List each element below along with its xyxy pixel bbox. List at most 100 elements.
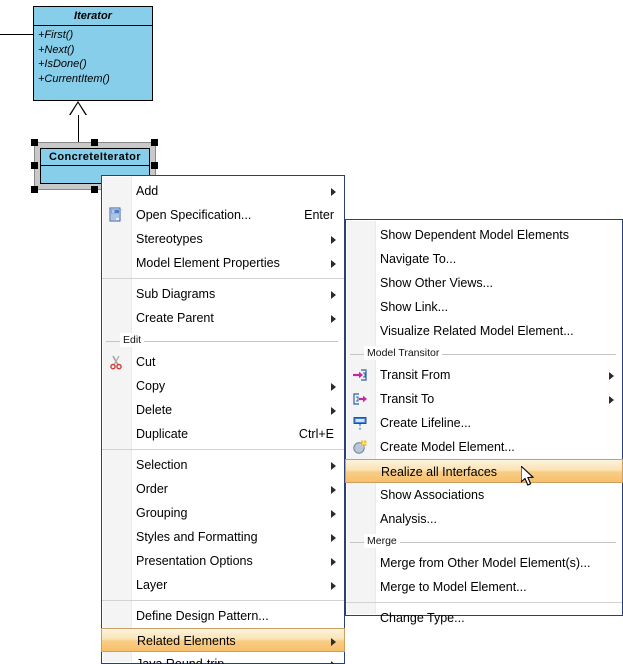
uml-class-iterator[interactable]: Iterator +First() +Next() +IsDone() +Cur…: [33, 6, 153, 101]
menu-item-label: Order: [136, 482, 168, 496]
chevron-right-icon: [331, 638, 336, 646]
operation-item: +Next(): [38, 43, 75, 56]
menu-item[interactable]: Merge to Model Element...: [346, 575, 622, 599]
menu-item[interactable]: Model Element Properties: [102, 251, 344, 275]
menu-item[interactable]: Duplicate Ctrl+E: [102, 422, 344, 446]
menu-item[interactable]: Order: [102, 477, 344, 501]
group-caption: Merge: [364, 534, 400, 548]
generalization-line: [78, 115, 79, 145]
resize-handle-nw[interactable]: [31, 139, 38, 146]
chevron-right-icon: [331, 383, 336, 391]
menu-item[interactable]: Show Link...: [346, 295, 622, 319]
operation-item: +CurrentItem(): [38, 72, 110, 85]
chevron-right-icon: [331, 534, 336, 542]
mouse-cursor: [521, 466, 535, 486]
menu-item-label: Show Other Views...: [380, 276, 494, 290]
menu-item-highlighted[interactable]: Related Elements: [101, 628, 345, 652]
chevron-right-icon: [331, 486, 336, 494]
menu-item[interactable]: Presentation Options: [102, 549, 344, 573]
menu-item[interactable]: Show Associations: [346, 483, 622, 507]
resize-handle-n[interactable]: [91, 139, 98, 146]
menu-separator: [102, 278, 344, 279]
chevron-right-icon: [609, 372, 614, 380]
chevron-right-icon: [331, 510, 336, 518]
menu-item[interactable]: Styles and Formatting: [102, 525, 344, 549]
menu-item-shortcut: Enter: [304, 208, 334, 222]
resize-handle-s[interactable]: [91, 186, 98, 193]
chevron-right-icon: [331, 315, 336, 323]
menu-item[interactable]: Analysis...: [346, 507, 622, 531]
context-menu[interactable]: Add Open Specification... Enter Stereotypes…: [101, 175, 345, 664]
related-elements-submenu[interactable]: Show Dependent Model Elements Navigate To…: [345, 219, 623, 625]
menu-item-label: Grouping: [136, 506, 188, 520]
menu-item[interactable]: Create Model Element...: [346, 435, 622, 459]
menu-item-label: Realize all Interfaces: [381, 465, 498, 479]
menu-item-label: Model Element Properties: [136, 256, 280, 270]
menu-group-separator: Merge: [346, 534, 622, 549]
resize-handle-ne[interactable]: [151, 139, 158, 146]
menu-item-label: Copy: [136, 379, 166, 393]
menu-item-label: Java Round-trip: [136, 657, 225, 664]
menu-item-label: Visualize Related Model Element...: [380, 324, 574, 338]
chevron-right-icon: [609, 396, 614, 404]
resize-handle-sw[interactable]: [31, 186, 38, 193]
menu-item[interactable]: Selection: [102, 453, 344, 477]
menu-item[interactable]: Change Type...: [346, 606, 622, 630]
menu-item[interactable]: Layer: [102, 573, 344, 597]
menu-item[interactable]: Visualize Related Model Element...: [346, 319, 622, 343]
chevron-right-icon: [331, 291, 336, 299]
menu-item[interactable]: Sub Diagrams: [102, 282, 344, 306]
menu-item-label: Layer: [136, 578, 168, 592]
menu-item[interactable]: Show Other Views...: [346, 271, 622, 295]
menu-item[interactable]: Copy: [102, 374, 344, 398]
menu-item[interactable]: Transit From: [346, 363, 622, 387]
uml-class-iterator-title: Iterator: [34, 7, 152, 26]
menu-item-label: Show Associations: [380, 488, 485, 502]
menu-item[interactable]: Add: [102, 179, 344, 203]
menu-item[interactable]: Cut: [102, 350, 344, 374]
screenshot-root: Iterator +First() +Next() +IsDone() +Cur…: [0, 0, 623, 664]
menu-item-label: Create Model Element...: [380, 440, 515, 454]
menu-item[interactable]: Define Design Pattern...: [102, 604, 344, 628]
group-caption: Model Transitor: [364, 346, 443, 360]
lifeline-icon: [353, 417, 367, 430]
menu-item-label: Sub Diagrams: [136, 287, 216, 301]
menu-separator: [102, 449, 344, 450]
menu-item[interactable]: Show Dependent Model Elements: [346, 223, 622, 247]
group-caption: Edit: [120, 333, 145, 347]
chevron-right-icon: [331, 236, 336, 244]
chevron-right-icon: [331, 188, 336, 196]
menu-item[interactable]: Create Parent: [102, 306, 344, 330]
resize-handle-e[interactable]: [151, 162, 158, 169]
menu-item[interactable]: Java Round-trip: [102, 652, 344, 664]
menu-item[interactable]: Delete: [102, 398, 344, 422]
menu-item-label: Change Type...: [380, 611, 465, 625]
scissors-icon: [110, 355, 122, 370]
menu-item[interactable]: Stereotypes: [102, 227, 344, 251]
menu-item-label: Show Link...: [380, 300, 449, 314]
menu-item-label: Merge to Model Element...: [380, 580, 527, 594]
menu-item[interactable]: Grouping: [102, 501, 344, 525]
menu-item[interactable]: Navigate To...: [346, 247, 622, 271]
operation-item: +IsDone(): [38, 58, 87, 70]
menu-item-label: Transit From: [380, 368, 451, 382]
menu-item-label: Open Specification...: [136, 208, 252, 222]
menu-group-separator: Edit: [102, 333, 344, 348]
menu-item[interactable]: Transit To: [346, 387, 622, 411]
menu-item[interactable]: Merge from Other Model Element(s)...: [346, 551, 622, 575]
menu-separator: [346, 602, 622, 603]
operation-item: +First(): [38, 29, 74, 41]
menu-item[interactable]: Open Specification... Enter: [102, 203, 344, 227]
menu-item-highlighted[interactable]: Realize all Interfaces: [345, 459, 623, 483]
menu-item-label: Create Parent: [136, 311, 214, 325]
resize-handle-w[interactable]: [31, 162, 38, 169]
menu-item[interactable]: Create Lifeline...: [346, 411, 622, 435]
chevron-right-icon: [331, 558, 336, 566]
menu-item-label: Create Lifeline...: [380, 416, 472, 430]
chevron-right-icon: [331, 462, 336, 470]
chevron-right-icon: [331, 407, 336, 415]
menu-group-separator: Model Transitor: [346, 346, 622, 361]
menu-item-label: Cut: [136, 355, 156, 369]
transit-to-icon: [353, 393, 367, 405]
menu-item-label: Add: [136, 184, 159, 198]
